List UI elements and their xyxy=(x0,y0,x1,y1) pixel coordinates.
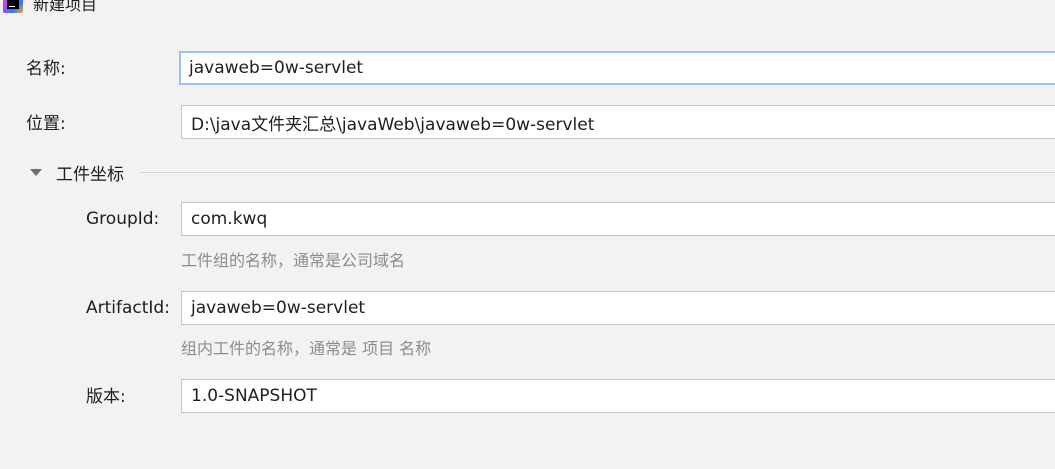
group-id-label: GroupId: xyxy=(86,209,160,229)
name-label: 名称: xyxy=(26,59,66,79)
location-label: 位置: xyxy=(26,114,66,134)
section-divider xyxy=(140,172,1055,173)
title-bar: 新建项目 xyxy=(0,0,1055,15)
artifact-coordinates-title: 工件坐标 xyxy=(56,164,124,185)
artifact-coordinates-toggle[interactable]: 工件坐标 xyxy=(30,160,124,185)
window-title: 新建项目 xyxy=(33,0,98,14)
intellij-idea-icon xyxy=(3,0,23,13)
version-label: 版本: xyxy=(86,387,126,407)
artifact-id-label: ArtifactId: xyxy=(86,298,170,318)
version-input[interactable]: 1.0-SNAPSHOT xyxy=(181,379,1055,413)
group-id-hint: 工件组的名称，通常是公司域名 xyxy=(181,251,406,270)
location-input[interactable]: D:\java文件夹汇总\javaWeb\javaweb=0w-servlet xyxy=(181,105,1055,139)
name-input[interactable]: javaweb=0w-servlet xyxy=(179,51,1055,85)
artifact-id-hint: 组内工件的名称，通常是 项目 名称 xyxy=(181,339,432,358)
artifact-id-input[interactable]: javaweb=0w-servlet xyxy=(181,291,1055,325)
chevron-down-icon xyxy=(30,169,42,176)
group-id-input[interactable]: com.kwq xyxy=(181,202,1055,236)
